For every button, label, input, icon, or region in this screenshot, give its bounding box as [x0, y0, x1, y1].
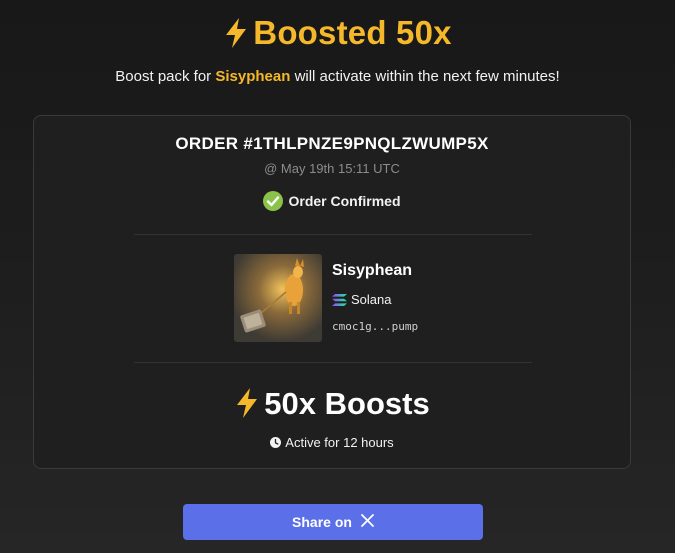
order-date: @ May 19th 15:11 UTC	[264, 161, 400, 176]
boost-amount-text: 50x Boosts	[264, 386, 430, 421]
check-circle-icon	[263, 191, 284, 214]
share-on-x-button[interactable]: Share on	[183, 504, 483, 540]
token-address[interactable]: cmoc1g...pump	[332, 320, 418, 333]
notice-token-name: Sisyphean	[215, 68, 291, 85]
divider	[134, 362, 532, 363]
boost-duration: Active for 12 hours	[34, 435, 630, 451]
token-chain: Solana	[332, 292, 391, 309]
order-status: Order Confirmed	[34, 191, 630, 214]
lightning-icon	[223, 17, 249, 57]
solana-icon	[332, 294, 347, 309]
share-button-label: Share on	[292, 514, 352, 530]
token-name: Sisyphean	[332, 262, 413, 279]
lightning-icon	[234, 387, 260, 427]
page-title: Boosted 50x	[0, 14, 675, 57]
activation-notice: Boost pack for Sisyphean will activate w…	[0, 68, 675, 85]
boost-amount: 50x Boosts	[34, 386, 630, 427]
divider	[134, 234, 532, 235]
page-title-text: Boosted 50x	[253, 14, 452, 51]
order-id: ORDER #1THLPNZE9PNQLZWUMP5X	[175, 134, 489, 153]
order-card: ORDER #1THLPNZE9PNQLZWUMP5X @ May 19th 1…	[33, 115, 631, 469]
notice-suffix: will activate within the next few minute…	[294, 68, 560, 85]
x-logo-icon	[361, 514, 374, 530]
boost-confirmation-page: Boosted 50x Boost pack for Sisyphean wil…	[0, 0, 675, 553]
boost-duration-text: Active for 12 hours	[285, 435, 394, 450]
token-image	[234, 254, 322, 342]
token-summary: Sisyphean Solana cmoc1g...pump	[234, 254, 494, 344]
clock-icon	[270, 436, 282, 451]
order-status-text: Order Confirmed	[288, 193, 401, 209]
notice-prefix: Boost pack for	[115, 68, 212, 85]
token-chain-label: Solana	[351, 292, 392, 307]
